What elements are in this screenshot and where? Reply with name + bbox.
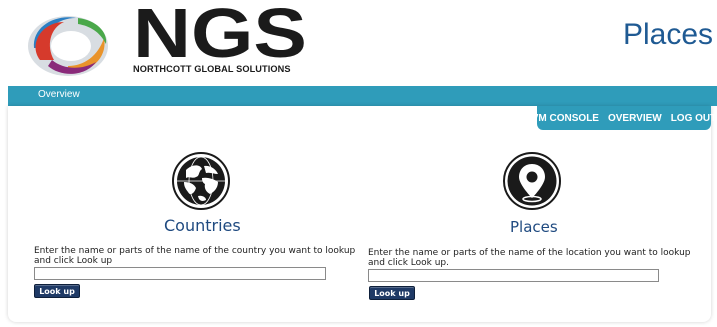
main-content: VM CONSOLE OVERVIEW LOG OUT Countries En… [8, 106, 716, 322]
ngs-swirl-logo-icon [28, 16, 108, 76]
vm-console-link[interactable]: VM CONSOLE [532, 113, 599, 124]
page-header: NGS NORTHCOTT GLOBAL SOLUTIONS Places [0, 0, 717, 86]
logo-subtitle: NORTHCOTT GLOBAL SOLUTIONS [133, 64, 291, 74]
globe-icon [172, 152, 230, 210]
nav-bar: Overview [8, 86, 717, 106]
top-links-bar: VM CONSOLE OVERVIEW LOG OUT [532, 106, 716, 130]
countries-title: Countries [164, 216, 241, 235]
svg-text:NGS: NGS [133, 3, 307, 61]
page-title: Places [622, 18, 713, 51]
breadcrumb-overview[interactable]: Overview [38, 89, 80, 100]
places-lookup-button[interactable]: Look up [369, 286, 415, 300]
countries-lookup-button[interactable]: Look up [34, 284, 80, 298]
countries-instruction: Enter the name or parts of the name of t… [34, 246, 356, 266]
country-search-input[interactable] [34, 267, 326, 280]
overview-link[interactable]: OVERVIEW [608, 113, 662, 124]
places-instruction: Enter the name or parts of the name of t… [368, 248, 691, 268]
log-out-link[interactable]: LOG OUT [671, 113, 717, 124]
map-pin-icon [503, 152, 561, 210]
ngs-logo-wordmark: NGS [133, 3, 307, 61]
places-title: Places [510, 218, 558, 236]
place-search-input[interactable] [368, 269, 659, 282]
